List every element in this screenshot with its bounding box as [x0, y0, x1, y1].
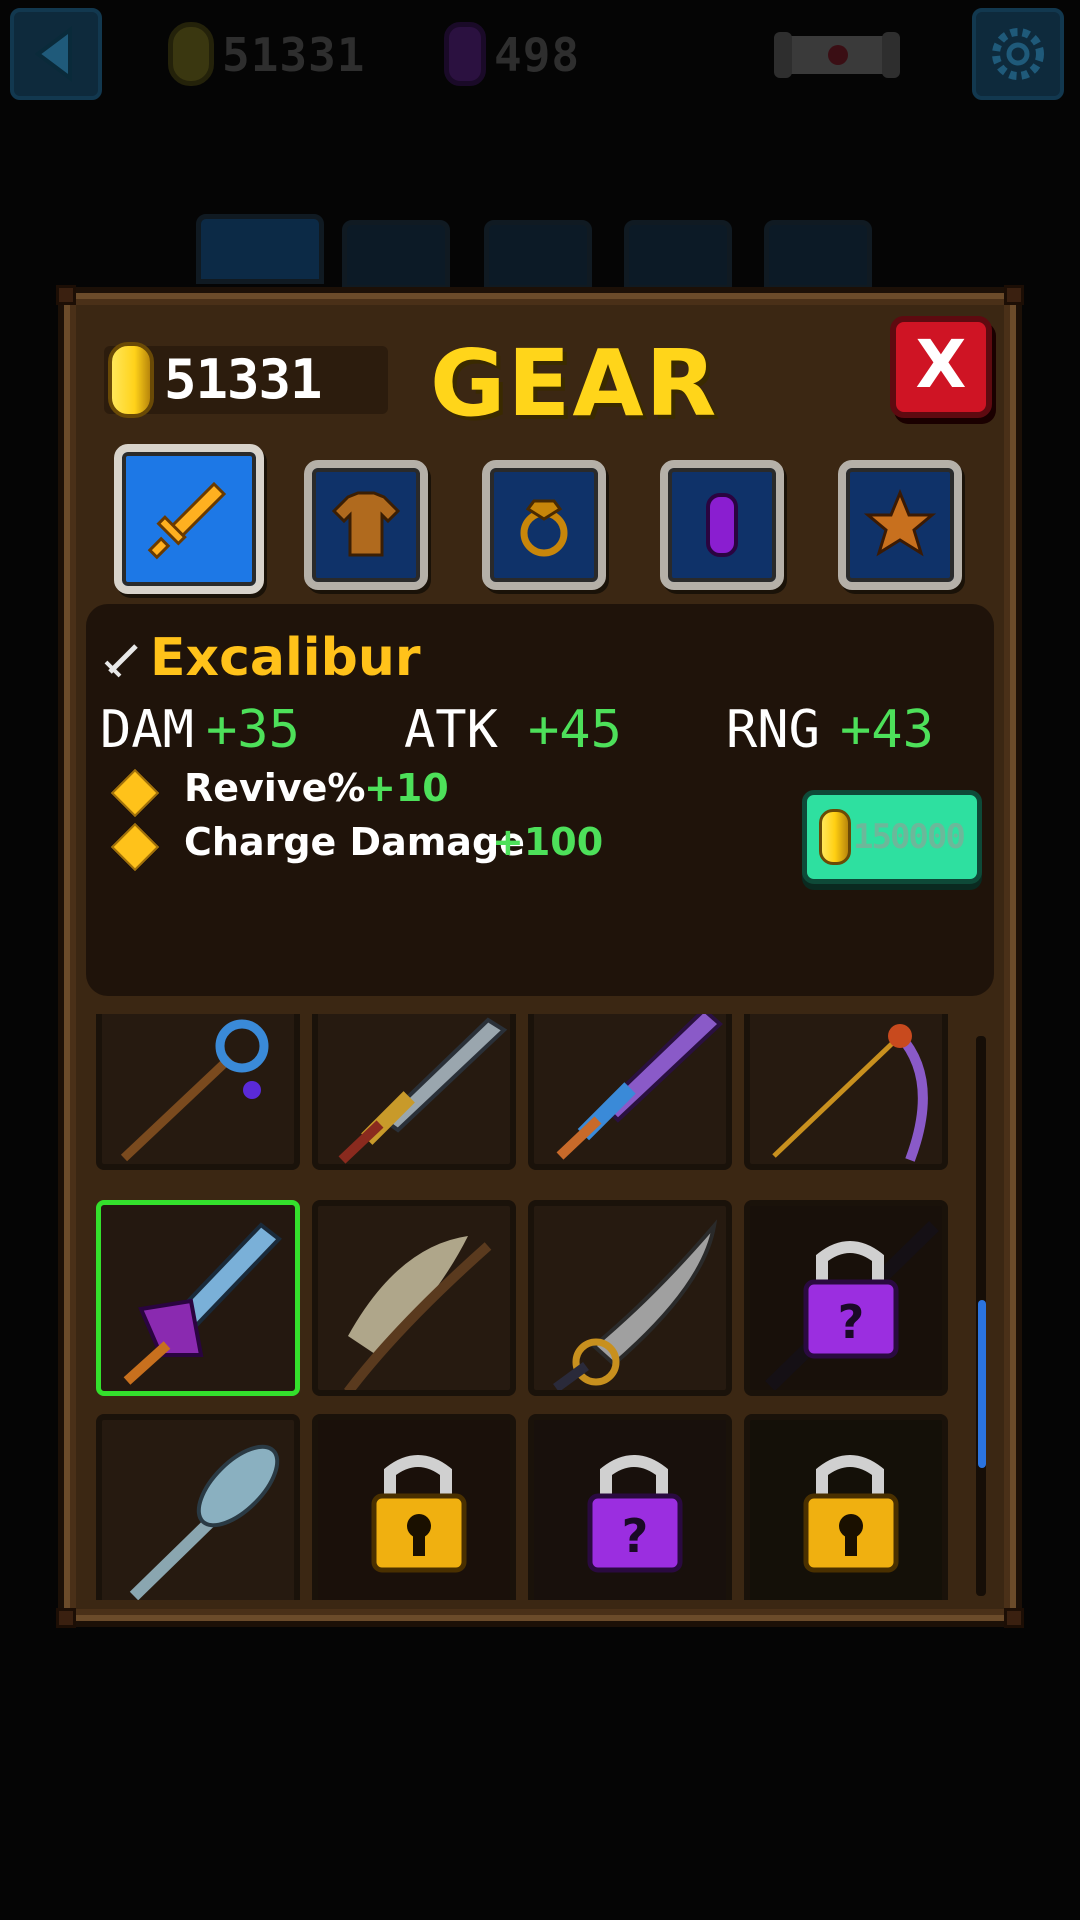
- bg-tab-3: [484, 220, 592, 290]
- coin-icon: [168, 22, 214, 86]
- scythe-icon: [772, 1024, 928, 1162]
- broadsword-icon: [338, 1017, 508, 1164]
- mystery-lock-icon: ?: [765, 1220, 939, 1390]
- staff-icon: [120, 1019, 269, 1162]
- coin-icon: [819, 809, 851, 865]
- gem-icon: [706, 493, 738, 557]
- stat-dam-label: DAM: [100, 700, 194, 760]
- grid-item-scimitar[interactable]: [528, 1200, 732, 1396]
- bonus-label: Revive%: [184, 766, 366, 810]
- grid-item-excalibur[interactable]: [96, 1200, 300, 1396]
- panel-corner: [56, 285, 76, 305]
- svg-text:?: ?: [838, 1295, 865, 1349]
- excalibur-icon: [123, 1222, 282, 1385]
- bg-tab-4: [624, 220, 732, 290]
- stat-atk-label: ATK: [404, 700, 498, 760]
- stat-dam-value: +35: [206, 700, 300, 760]
- bg-tab-5: [764, 220, 872, 290]
- star-icon: [863, 489, 937, 557]
- bonus-value: +10: [364, 766, 449, 810]
- stat-rng-value: +43: [840, 700, 934, 760]
- close-icon: X: [915, 326, 967, 403]
- scimitar-icon: [553, 1219, 718, 1390]
- mystery-lock-icon: ?: [587, 1455, 683, 1573]
- bg-tab-1: [196, 214, 324, 284]
- ornate-sword-icon: [556, 1014, 723, 1160]
- panel-corner: [1004, 285, 1024, 305]
- grid-item-staff[interactable]: [96, 1014, 300, 1170]
- panel-title: GEAR: [430, 330, 719, 437]
- grid-item-ornate-sword[interactable]: [528, 1014, 732, 1170]
- tab-ring[interactable]: [482, 460, 606, 590]
- sword-icon: [104, 644, 138, 678]
- sword-icon: [147, 481, 227, 560]
- tab-armor[interactable]: [304, 460, 428, 590]
- tab-star[interactable]: [838, 460, 962, 590]
- panel-corner: [1004, 1608, 1024, 1628]
- grid-scroll-thumb[interactable]: [978, 1300, 986, 1468]
- grid-item-locked[interactable]: ?: [528, 1414, 732, 1600]
- bonus-label: Charge Damage: [184, 820, 525, 864]
- tab-gem[interactable]: [660, 460, 784, 590]
- item-grid: ? ?: [96, 1014, 962, 1600]
- keyhole-lock-icon: [803, 1455, 899, 1573]
- svg-text:?: ?: [622, 1509, 649, 1563]
- grid-item-scythe[interactable]: [744, 1014, 948, 1170]
- grid-item-broadsword[interactable]: [312, 1014, 516, 1170]
- keyhole-lock-icon: [371, 1455, 467, 1573]
- close-button[interactable]: X: [890, 316, 992, 418]
- flame-staff-icon: [344, 1236, 492, 1390]
- stat-rng-label: RNG: [726, 700, 820, 760]
- grid-item-locked[interactable]: ?: [744, 1200, 948, 1396]
- back-button[interactable]: [10, 8, 102, 100]
- buy-price: 150000: [853, 817, 966, 857]
- grid-item-flame-staff[interactable]: [312, 1200, 516, 1396]
- panel-corner: [56, 1608, 76, 1628]
- hud-gold-count: 51331: [222, 28, 366, 82]
- grid-item-locked[interactable]: [744, 1414, 948, 1600]
- gold-amount: 51331: [164, 348, 323, 411]
- grid-item-locked[interactable]: [312, 1414, 516, 1600]
- gear-icon: [992, 28, 1044, 80]
- tab-weapon[interactable]: [114, 444, 264, 594]
- scroll-icon[interactable]: [770, 22, 905, 88]
- coin-icon: [108, 342, 154, 418]
- stat-atk-value: +45: [528, 700, 622, 760]
- back-arrow-icon: [34, 26, 72, 82]
- buy-button[interactable]: 150000: [802, 790, 982, 884]
- hud-gem-count: 498: [494, 28, 581, 82]
- grid-item-club[interactable]: [96, 1414, 300, 1600]
- bg-tab-2: [342, 220, 450, 290]
- shirt-icon: [331, 491, 401, 557]
- gem-icon: [444, 22, 486, 86]
- settings-button[interactable]: [972, 8, 1064, 100]
- ring-icon: [520, 499, 568, 557]
- top-hud: 51331 498: [0, 0, 1080, 110]
- club-icon: [129, 1444, 280, 1600]
- bonus-value: +100: [492, 820, 604, 864]
- item-name: Excalibur: [150, 628, 421, 688]
